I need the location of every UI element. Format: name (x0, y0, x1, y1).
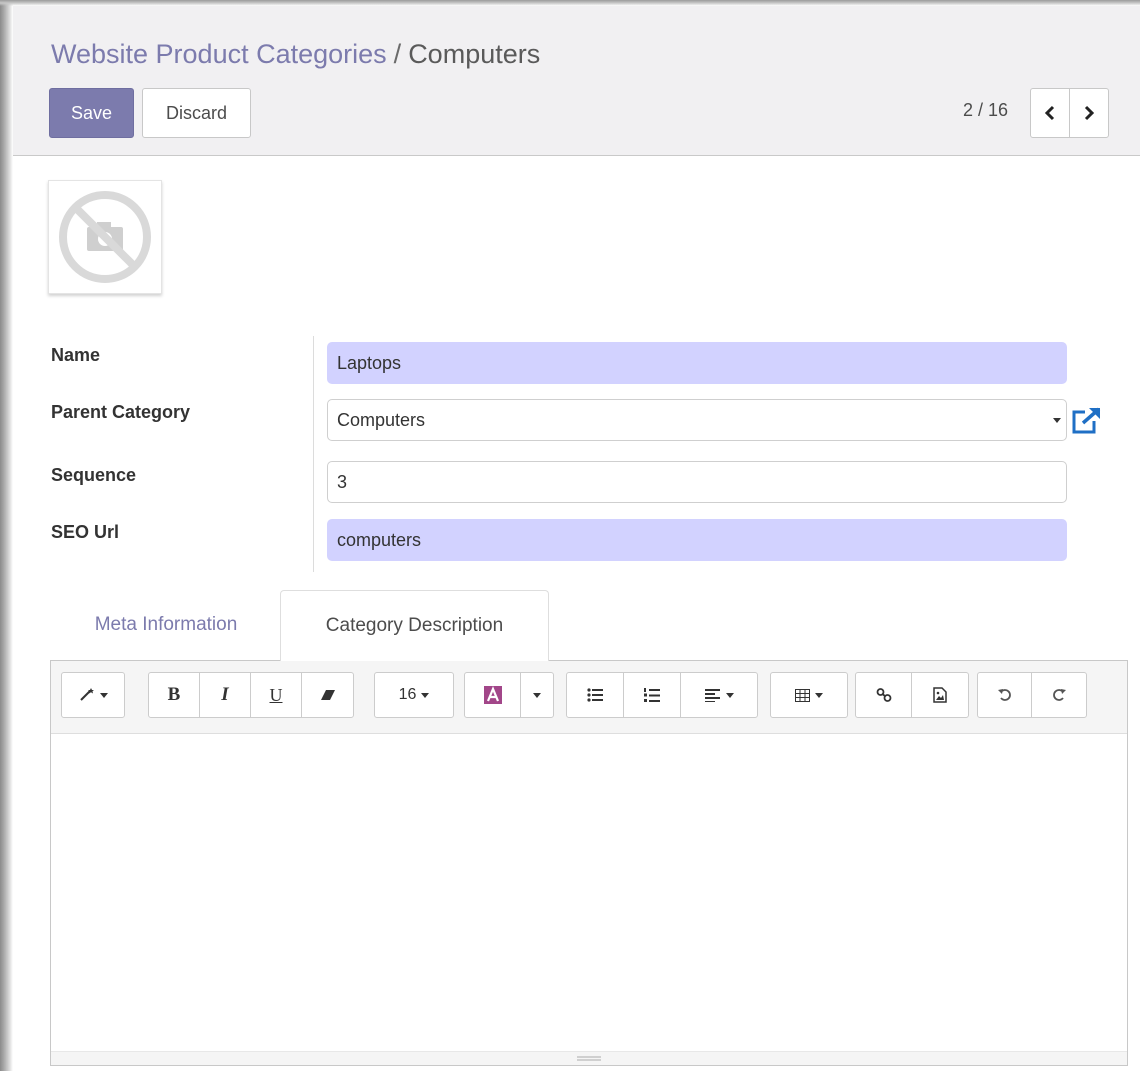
image-icon (933, 687, 947, 703)
font-color-button[interactable] (465, 673, 521, 717)
caret-down-icon (1053, 418, 1061, 423)
font-size-value: 16 (398, 686, 417, 703)
paragraph-group (566, 672, 758, 718)
chevron-left-icon (1044, 105, 1055, 121)
resize-grip-icon (577, 1056, 601, 1060)
insert-group (855, 672, 969, 718)
window-shadow-top (0, 0, 1140, 6)
undo-icon (997, 689, 1011, 701)
style-button[interactable] (62, 673, 124, 717)
caret-down-icon (815, 692, 823, 698)
align-icon (704, 689, 720, 702)
name-label: Name (51, 345, 101, 365)
italic-icon: I (221, 684, 229, 705)
font-color-dropdown[interactable] (521, 673, 553, 717)
ordered-list-icon (644, 687, 660, 702)
unordered-list-icon (587, 688, 603, 702)
unordered-list-button[interactable] (567, 673, 624, 717)
seo-url-label: SEO Url (51, 522, 120, 542)
seo-url-field[interactable]: computers (327, 519, 1067, 561)
save-button[interactable]: Save (49, 88, 134, 138)
name-field[interactable]: Laptops (327, 342, 1067, 384)
font-size-group: 16 (374, 672, 454, 718)
no-camera-icon (59, 191, 151, 283)
editor-content-area[interactable] (51, 735, 1127, 1051)
parent-category-select[interactable]: Computers (327, 399, 1067, 441)
caret-down-icon (99, 692, 108, 698)
magic-wand-icon (79, 688, 94, 701)
color-group (464, 672, 554, 718)
pager-value[interactable]: 2 / 16 (963, 100, 1008, 121)
editor-toolbar: B I U 16 (51, 661, 1127, 734)
tab-category-description[interactable]: Category Description (280, 590, 549, 661)
redo-button[interactable] (1032, 673, 1086, 717)
undo-button[interactable] (978, 673, 1032, 717)
history-group (977, 672, 1087, 718)
sequence-label: Sequence (51, 465, 137, 485)
control-panel: Website Product Categories / Computers Sav… (13, 6, 1140, 156)
external-link-icon[interactable] (1068, 404, 1104, 436)
label-separator (313, 336, 314, 572)
caret-down-icon (533, 692, 541, 698)
breadcrumb-current: Computers (408, 39, 541, 69)
underline-button[interactable]: U (251, 673, 302, 717)
font-style-group: B I U (148, 672, 354, 718)
link-button[interactable] (856, 673, 912, 717)
parent-category-label: Parent Category (51, 402, 191, 422)
font-color-icon (483, 686, 502, 704)
caret-down-icon (421, 692, 430, 698)
category-image[interactable] (48, 180, 162, 294)
table-button[interactable] (771, 673, 847, 717)
font-size-button[interactable]: 16 (375, 673, 453, 717)
eraser-icon (320, 690, 335, 700)
editor-resize-handle[interactable] (51, 1051, 1127, 1065)
table-group (770, 672, 848, 718)
description-editor: B I U 16 (50, 660, 1128, 1066)
pager-previous-button[interactable] (1030, 88, 1070, 138)
redo-icon (1053, 689, 1066, 701)
pager-next-button[interactable] (1069, 88, 1109, 138)
chevron-right-icon (1084, 105, 1095, 121)
sequence-field[interactable]: 3 (327, 461, 1067, 503)
link-icon (876, 688, 891, 702)
caret-down-icon (725, 692, 734, 698)
breadcrumb: Website Product Categories / Computers (51, 37, 540, 71)
table-icon (795, 688, 810, 702)
style-group (61, 672, 125, 718)
parent-category-value: Computers (337, 409, 426, 430)
italic-button[interactable]: I (200, 673, 251, 717)
clear-format-button[interactable] (302, 673, 353, 717)
underline-icon: U (269, 684, 283, 705)
bold-button[interactable]: B (149, 673, 200, 717)
bold-icon: B (167, 684, 181, 705)
breadcrumb-parent-link[interactable]: Website Product Categories (51, 39, 387, 69)
align-button[interactable] (681, 673, 757, 717)
tab-meta-information[interactable]: Meta Information (52, 590, 280, 660)
breadcrumb-separator: / (393, 39, 402, 69)
ordered-list-button[interactable] (624, 673, 681, 717)
discard-button[interactable]: Discard (142, 88, 251, 138)
image-button[interactable] (912, 673, 968, 717)
window-shadow-left (0, 0, 13, 1071)
